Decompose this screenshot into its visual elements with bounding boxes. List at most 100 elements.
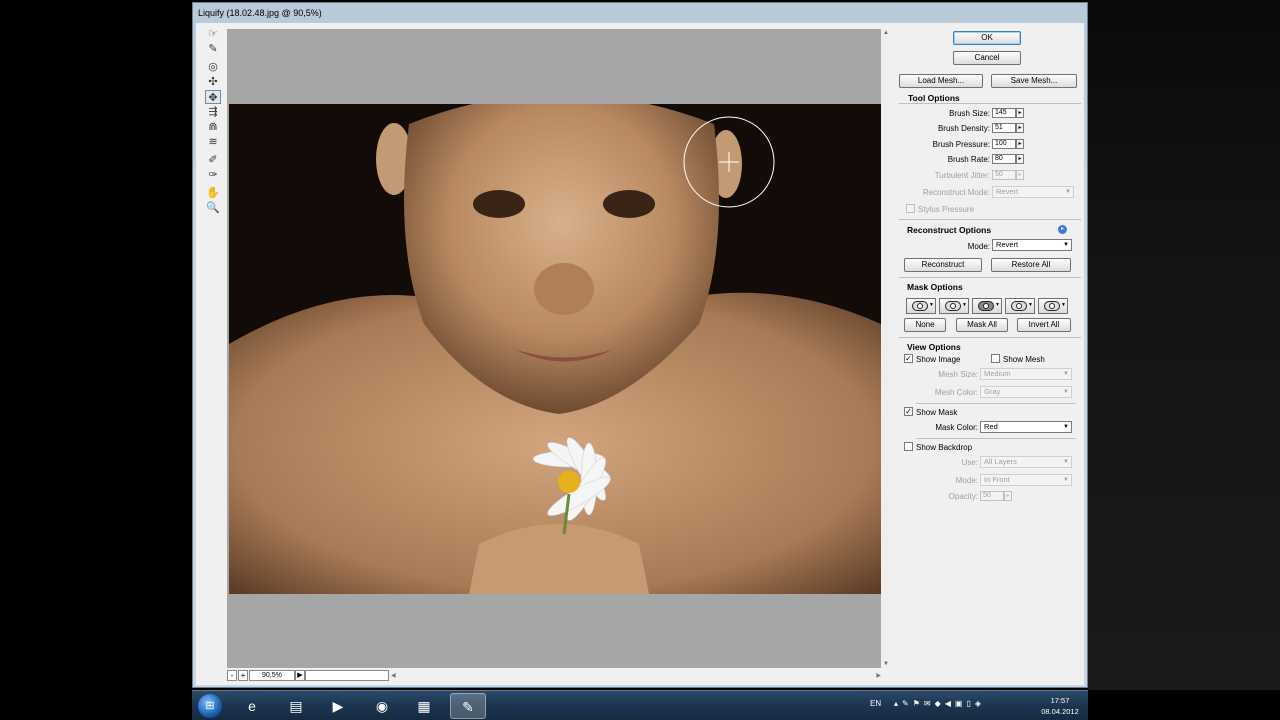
mask-divider-top — [899, 277, 1081, 278]
mesh-color-label: Mesh Color: — [934, 388, 978, 397]
window-title: Liquify (18.02.48.jpg @ 90,5%) — [198, 8, 322, 18]
horizontal-scrollbar[interactable]: ◀ ▶ — [391, 672, 881, 680]
scroll-left-arrow[interactable]: ◀ — [391, 672, 396, 679]
ok-button[interactable]: OK — [953, 31, 1021, 45]
show-mask-checkbox[interactable]: ✓ — [904, 407, 913, 416]
brush-pressure-slider-arrow[interactable]: ▸ — [1016, 139, 1024, 149]
brush-pressure-field[interactable]: 100 — [992, 139, 1016, 149]
backdrop-opacity-field: 50 — [980, 491, 1004, 501]
brush-size-field[interactable]: 145 — [992, 108, 1016, 118]
language-indicator[interactable]: EN — [870, 699, 881, 708]
chevron-down-icon: ▼ — [1063, 459, 1069, 465]
invert-all-button[interactable]: Invert All — [1017, 318, 1071, 332]
freeze-mask-tool[interactable]: ✐ — [205, 153, 221, 167]
zoom-in-button[interactable]: + — [238, 670, 248, 681]
load-mesh-button[interactable]: Load Mesh... — [899, 74, 983, 88]
vertical-scrollbar[interactable]: ▲ ▼ — [882, 29, 890, 668]
invert-mask-button[interactable]: ▼ — [1038, 298, 1068, 314]
chevron-down-icon: ▼ — [1061, 302, 1066, 308]
start-button[interactable]: ⊞ — [198, 694, 222, 718]
ie-icon[interactable]: e — [234, 693, 270, 719]
info-icon[interactable]: ▸ — [1058, 225, 1067, 234]
brush-rate-slider-arrow[interactable]: ▸ — [1016, 154, 1024, 164]
twirl-clockwise-tool[interactable]: ◎ — [205, 60, 221, 74]
show-mask-label: Show Mask — [916, 408, 958, 417]
portrait-photo — [229, 104, 881, 594]
brush-density-field[interactable]: 51 — [992, 123, 1016, 133]
chevron-down-icon: ▼ — [995, 302, 1000, 308]
scroll-down-arrow[interactable]: ▼ — [882, 660, 890, 668]
hand-tool[interactable]: ✋ — [205, 186, 221, 200]
chevron-down-icon: ▼ — [1063, 389, 1069, 395]
reconstruct-options-title: Reconstruct Options — [907, 225, 992, 235]
status-bar: - + 90,5% ▶ ◀ ▶ — [227, 670, 887, 682]
notes-icon[interactable]: ▦ — [406, 693, 442, 719]
brush-size-slider-arrow[interactable]: ▸ — [1016, 108, 1024, 118]
show-backdrop-checkbox[interactable] — [904, 442, 913, 451]
folder-icon[interactable]: ▤ — [278, 693, 314, 719]
save-mesh-button[interactable]: Save Mesh... — [991, 74, 1077, 88]
preview-canvas[interactable] — [227, 29, 881, 668]
restore-all-button[interactable]: Restore All — [991, 258, 1071, 272]
reconstruct-options-mode-value: Revert — [996, 240, 1019, 249]
liquify-client: ☞ ✎ ◎ ✣ ✥ ⇶ ⋒ ≋ ✐ ✑ ✋ 🔍 ▲ ▼ - + 90,5% ▶ … — [196, 23, 1084, 685]
backdrop-opacity-slider-arrow: ▸ — [1004, 491, 1012, 501]
zoom-tool[interactable]: 🔍 — [205, 201, 221, 215]
windows-taskbar: ⊞ e ▤ ▶ ◉ ▦ ✎ EN ▴✎⚑✉◆◀▣▯◈ 17:57 08.04.2012 — [192, 690, 1088, 720]
brush-density-slider-arrow[interactable]: ▸ — [1016, 123, 1024, 133]
backdrop-mode-value: In Front — [984, 475, 1010, 484]
backdrop-divider — [916, 438, 1076, 439]
backdrop-opacity-label: Opacity: — [948, 492, 978, 501]
chevron-down-icon: ▼ — [1063, 242, 1069, 248]
media-player-icon[interactable]: ▶ — [320, 693, 356, 719]
system-tray-icons[interactable]: ▴✎⚑✉◆◀▣▯◈ — [894, 699, 985, 708]
reconstruct-button[interactable]: Reconstruct — [904, 258, 982, 272]
mask-replace-icon — [912, 301, 928, 311]
mask-color-label: Mask Color: — [935, 423, 978, 432]
mask-all-button[interactable]: Mask All — [956, 318, 1008, 332]
subtract-from-mask-button[interactable]: ▼ — [972, 298, 1002, 314]
scroll-up-arrow[interactable]: ▲ — [882, 29, 890, 37]
mask-invert-icon — [1044, 301, 1060, 311]
preview-image[interactable] — [229, 104, 881, 594]
forward-warp-tool[interactable]: ☞ — [205, 27, 221, 41]
brush-size-label: Brush Size: — [949, 109, 990, 118]
taskbar-clock[interactable]: 17:57 08.04.2012 — [1038, 695, 1082, 717]
zoom-level-field[interactable]: 90,5% — [249, 670, 295, 681]
mirror-tool[interactable]: ⋒ — [205, 120, 221, 134]
show-mesh-checkbox[interactable] — [991, 354, 1000, 363]
reconstruct-tool[interactable]: ✎ — [205, 42, 221, 56]
add-to-mask-button[interactable]: ▼ — [939, 298, 969, 314]
chrome-icon[interactable]: ◉ — [364, 693, 400, 719]
intersect-mask-button[interactable]: ▼ — [1005, 298, 1035, 314]
brush-density-label: Brush Density: — [937, 124, 990, 133]
turbulent-jitter-label: Turbulent Jitter: — [934, 171, 990, 180]
reconstruct-options-mode-select[interactable]: Revert ▼ — [992, 239, 1072, 251]
mask-color-select[interactable]: Red ▼ — [980, 421, 1072, 433]
zoom-menu-arrow[interactable]: ▶ — [295, 670, 305, 681]
brush-rate-field[interactable]: 80 — [992, 154, 1016, 164]
mask-view-divider — [916, 403, 1076, 404]
title-bar[interactable]: Liquify (18.02.48.jpg @ 90,5%) — [193, 3, 1087, 23]
clock-date: 08.04.2012 — [1041, 707, 1079, 716]
push-left-tool[interactable]: ⇶ — [205, 105, 221, 119]
left-eye — [473, 190, 525, 218]
view-options-title: View Options — [907, 342, 961, 352]
cancel-button[interactable]: Cancel — [953, 51, 1021, 65]
chevron-down-icon: ▼ — [1063, 424, 1069, 430]
zoom-info-area — [305, 670, 389, 681]
bloat-tool[interactable]: ✥ — [205, 90, 221, 104]
thaw-mask-tool[interactable]: ✑ — [205, 168, 221, 182]
photoshop-icon[interactable]: ✎ — [450, 693, 486, 719]
stylus-pressure-label: Stylus Pressure — [918, 205, 975, 214]
show-image-checkbox[interactable]: ✓ — [904, 354, 913, 363]
pucker-tool[interactable]: ✣ — [205, 75, 221, 89]
turbulence-tool[interactable]: ≋ — [205, 135, 221, 149]
mesh-size-value: Medium — [984, 369, 1011, 378]
replace-selection-mask-button[interactable]: ▼ — [906, 298, 936, 314]
mask-color-value: Red — [984, 422, 998, 431]
mask-none-button[interactable]: None — [904, 318, 946, 332]
reconstruct-mode-label: Reconstruct Mode: — [922, 188, 990, 197]
zoom-out-button[interactable]: - — [227, 670, 237, 681]
scroll-right-arrow[interactable]: ▶ — [876, 672, 881, 679]
